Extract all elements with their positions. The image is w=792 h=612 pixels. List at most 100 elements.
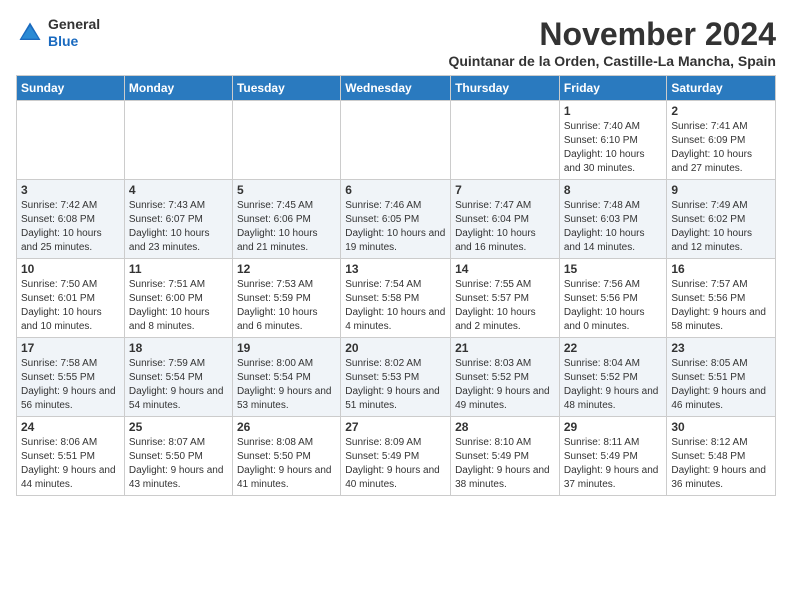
day-number: 23: [671, 341, 771, 355]
day-cell: 14 Sunrise: 7:55 AMSunset: 5:57 PMDayligh…: [451, 259, 560, 338]
week-row-1: 1 Sunrise: 7:40 AMSunset: 6:10 PMDaylight…: [17, 101, 776, 180]
day-number: 19: [237, 341, 336, 355]
weekday-header-thursday: Thursday: [451, 76, 560, 101]
day-number: 24: [21, 420, 120, 434]
day-info: Sunrise: 7:58 AMSunset: 5:55 PMDaylight:…: [21, 357, 120, 413]
day-cell: [341, 101, 451, 180]
page-header: General Blue November 2024 Quintanar de …: [16, 16, 776, 69]
day-info: Sunrise: 8:09 AMSunset: 5:49 PMDaylight:…: [345, 436, 446, 492]
day-cell: 19 Sunrise: 8:00 AMSunset: 5:54 PMDayligh…: [232, 338, 340, 417]
logo-blue-text: Blue: [48, 33, 100, 50]
day-info: Sunrise: 8:06 AMSunset: 5:51 PMDaylight:…: [21, 436, 120, 492]
title-area: November 2024 Quintanar de la Orden, Cas…: [448, 16, 776, 69]
day-cell: 22 Sunrise: 8:04 AMSunset: 5:52 PMDayligh…: [559, 338, 667, 417]
month-title: November 2024: [448, 16, 776, 53]
day-info: Sunrise: 7:57 AMSunset: 5:56 PMDaylight:…: [671, 278, 771, 334]
day-number: 15: [564, 262, 663, 276]
day-number: 28: [455, 420, 555, 434]
weekday-header-friday: Friday: [559, 76, 667, 101]
week-row-3: 10Sunrise: 7:50 AMSunset: 6:01 PMDayligh…: [17, 259, 776, 338]
week-row-5: 24 Sunrise: 8:06 AMSunset: 5:51 PMDayligh…: [17, 417, 776, 496]
day-info: Sunrise: 7:55 AMSunset: 5:57 PMDaylight:…: [455, 278, 555, 334]
day-info: Sunrise: 7:45 AMSunset: 6:06 PMDaylight:…: [237, 199, 336, 255]
day-cell: 26 Sunrise: 8:08 AMSunset: 5:50 PMDayligh…: [232, 417, 340, 496]
day-cell: 5 Sunrise: 7:45 AMSunset: 6:06 PMDaylight…: [232, 180, 340, 259]
day-cell: 1 Sunrise: 7:40 AMSunset: 6:10 PMDaylight…: [559, 101, 667, 180]
day-number: 26: [237, 420, 336, 434]
day-cell: 25 Sunrise: 8:07 AMSunset: 5:50 PMDayligh…: [124, 417, 232, 496]
day-number: 2: [671, 104, 771, 118]
day-number: 11: [129, 262, 228, 276]
day-info: Sunrise: 7:51 AMSunset: 6:00 PMDaylight:…: [129, 278, 228, 334]
day-cell: 13Sunrise: 7:54 AMSunset: 5:58 PMDayligh…: [341, 259, 451, 338]
weekday-header-wednesday: Wednesday: [341, 76, 451, 101]
day-cell: 18Sunrise: 7:59 AMSunset: 5:54 PMDayligh…: [124, 338, 232, 417]
day-number: 21: [455, 341, 555, 355]
day-cell: 27 Sunrise: 8:09 AMSunset: 5:49 PMDayligh…: [341, 417, 451, 496]
weekday-header-monday: Monday: [124, 76, 232, 101]
day-number: 4: [129, 183, 228, 197]
day-number: 9: [671, 183, 771, 197]
day-cell: 21 Sunrise: 8:03 AMSunset: 5:52 PMDayligh…: [451, 338, 560, 417]
week-row-2: 3Sunrise: 7:42 AMSunset: 6:08 PMDaylight…: [17, 180, 776, 259]
day-cell: 15 Sunrise: 7:56 AMSunset: 5:56 PMDayligh…: [559, 259, 667, 338]
weekday-header-sunday: Sunday: [17, 76, 125, 101]
day-number: 16: [671, 262, 771, 276]
day-cell: [124, 101, 232, 180]
day-number: 12: [237, 262, 336, 276]
day-info: Sunrise: 8:00 AMSunset: 5:54 PMDaylight:…: [237, 357, 336, 413]
week-row-4: 17 Sunrise: 7:58 AMSunset: 5:55 PMDayligh…: [17, 338, 776, 417]
weekday-header-saturday: Saturday: [667, 76, 776, 101]
day-cell: 20Sunrise: 8:02 AMSunset: 5:53 PMDayligh…: [341, 338, 451, 417]
day-info: Sunrise: 7:53 AMSunset: 5:59 PMDaylight:…: [237, 278, 336, 334]
day-number: 17: [21, 341, 120, 355]
day-info: Sunrise: 8:03 AMSunset: 5:52 PMDaylight:…: [455, 357, 555, 413]
day-info: Sunrise: 8:07 AMSunset: 5:50 PMDaylight:…: [129, 436, 228, 492]
day-number: 6: [345, 183, 446, 197]
day-info: Sunrise: 7:56 AMSunset: 5:56 PMDaylight:…: [564, 278, 663, 334]
day-info: Sunrise: 7:49 AMSunset: 6:02 PMDaylight:…: [671, 199, 771, 255]
day-number: 30: [671, 420, 771, 434]
logo-icon: [16, 19, 44, 47]
day-cell: 16 Sunrise: 7:57 AMSunset: 5:56 PMDayligh…: [667, 259, 776, 338]
day-cell: 28Sunrise: 8:10 AMSunset: 5:49 PMDayligh…: [451, 417, 560, 496]
day-cell: 7Sunrise: 7:47 AMSunset: 6:04 PMDaylight…: [451, 180, 560, 259]
day-info: Sunrise: 7:54 AMSunset: 5:58 PMDaylight:…: [345, 278, 446, 334]
day-cell: 2 Sunrise: 7:41 AMSunset: 6:09 PMDaylight…: [667, 101, 776, 180]
logo-general-text: General: [48, 16, 100, 33]
day-info: Sunrise: 7:40 AMSunset: 6:10 PMDaylight:…: [564, 120, 663, 176]
day-cell: 3Sunrise: 7:42 AMSunset: 6:08 PMDaylight…: [17, 180, 125, 259]
calendar-table: SundayMondayTuesdayWednesdayThursdayFrid…: [16, 75, 776, 496]
weekday-header-row: SundayMondayTuesdayWednesdayThursdayFrid…: [17, 76, 776, 101]
day-number: 27: [345, 420, 446, 434]
weekday-header-tuesday: Tuesday: [232, 76, 340, 101]
day-number: 22: [564, 341, 663, 355]
day-number: 10: [21, 262, 120, 276]
day-info: Sunrise: 7:47 AMSunset: 6:04 PMDaylight:…: [455, 199, 555, 255]
day-cell: 11 Sunrise: 7:51 AMSunset: 6:00 PMDayligh…: [124, 259, 232, 338]
day-number: 25: [129, 420, 228, 434]
day-info: Sunrise: 8:05 AMSunset: 5:51 PMDaylight:…: [671, 357, 771, 413]
day-number: 18: [129, 341, 228, 355]
day-info: Sunrise: 8:08 AMSunset: 5:50 PMDaylight:…: [237, 436, 336, 492]
logo: General Blue: [16, 16, 100, 50]
location-subtitle: Quintanar de la Orden, Castille-La Manch…: [448, 53, 776, 69]
day-info: Sunrise: 7:41 AMSunset: 6:09 PMDaylight:…: [671, 120, 771, 176]
day-number: 29: [564, 420, 663, 434]
day-info: Sunrise: 7:42 AMSunset: 6:08 PMDaylight:…: [21, 199, 120, 255]
day-cell: 24 Sunrise: 8:06 AMSunset: 5:51 PMDayligh…: [17, 417, 125, 496]
day-info: Sunrise: 8:04 AMSunset: 5:52 PMDaylight:…: [564, 357, 663, 413]
day-cell: 4 Sunrise: 7:43 AMSunset: 6:07 PMDaylight…: [124, 180, 232, 259]
day-info: Sunrise: 7:48 AMSunset: 6:03 PMDaylight:…: [564, 199, 663, 255]
day-cell: 6 Sunrise: 7:46 AMSunset: 6:05 PMDaylight…: [341, 180, 451, 259]
day-cell: 29 Sunrise: 8:11 AMSunset: 5:49 PMDayligh…: [559, 417, 667, 496]
day-cell: 17 Sunrise: 7:58 AMSunset: 5:55 PMDayligh…: [17, 338, 125, 417]
day-number: 14: [455, 262, 555, 276]
day-info: Sunrise: 8:12 AMSunset: 5:48 PMDaylight:…: [671, 436, 771, 492]
day-cell: 12 Sunrise: 7:53 AMSunset: 5:59 PMDayligh…: [232, 259, 340, 338]
day-info: Sunrise: 7:46 AMSunset: 6:05 PMDaylight:…: [345, 199, 446, 255]
day-info: Sunrise: 7:43 AMSunset: 6:07 PMDaylight:…: [129, 199, 228, 255]
day-number: 5: [237, 183, 336, 197]
day-number: 1: [564, 104, 663, 118]
day-info: Sunrise: 8:11 AMSunset: 5:49 PMDaylight:…: [564, 436, 663, 492]
